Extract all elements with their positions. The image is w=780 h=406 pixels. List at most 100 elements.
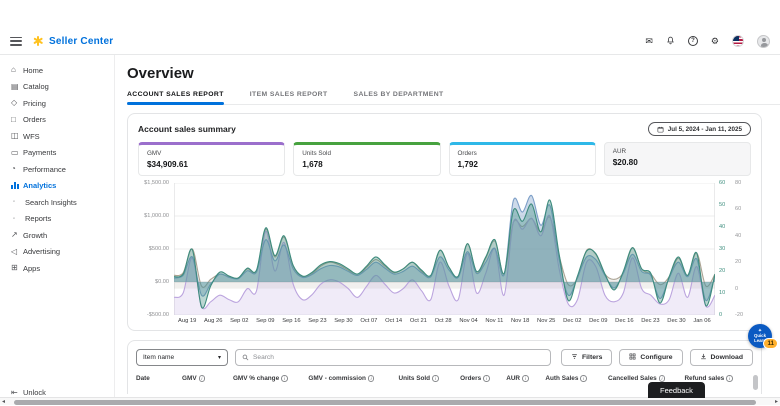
metric-card-units-sold[interactable]: Units Sold1,678: [293, 142, 440, 176]
info-icon[interactable]: i: [522, 375, 529, 382]
sidebar-unlock-button[interactable]: ⇤ Unlock: [0, 388, 114, 397]
x-axis-tick: Nov 11: [485, 318, 503, 324]
column-header-units-sold[interactable]: Units Soldi: [398, 375, 460, 382]
info-icon[interactable]: i: [199, 375, 206, 382]
info-icon[interactable]: i: [483, 375, 490, 382]
sidebar-item-payments[interactable]: ▭Payments: [0, 145, 114, 162]
column-header-date[interactable]: Date: [136, 375, 182, 382]
page-title: Overview: [127, 65, 780, 82]
chart-plot-area[interactable]: [174, 183, 715, 315]
search-icon: [242, 354, 249, 361]
column-header-cancelled-sales[interactable]: Cancelled Salesi: [608, 375, 684, 382]
sidebar-item-advertising[interactable]: ◁Advertising: [0, 244, 114, 261]
pricing-icon: ◇: [11, 99, 23, 107]
metric-card-orders[interactable]: Orders1,792: [449, 142, 596, 176]
info-icon[interactable]: i: [368, 375, 375, 382]
info-icon[interactable]: i: [281, 375, 288, 382]
metric-label: GMV: [147, 150, 276, 157]
filters-button[interactable]: Filters: [561, 349, 612, 366]
sidebar-item-analytics[interactable]: Analytics: [0, 178, 114, 195]
advertising-icon: ◁: [11, 248, 23, 256]
tab-sales-by-department[interactable]: SALES BY DEPARTMENT: [354, 91, 444, 104]
x-axis-tick: Dec 09: [589, 318, 607, 324]
column-header-gmv[interactable]: GMVi: [182, 375, 233, 382]
info-icon[interactable]: i: [580, 375, 587, 382]
sidebar-item-home[interactable]: ⌂Home: [0, 62, 114, 79]
sidebar-item-catalog[interactable]: ▤Catalog: [0, 79, 114, 96]
sidebar-item-wfs[interactable]: ◫WFS: [0, 128, 114, 145]
y-axis-right-inner: 6050403020100: [715, 183, 731, 315]
orders-icon: □: [11, 116, 23, 124]
tab-account-sales-report[interactable]: ACCOUNT SALES REPORT: [127, 91, 224, 104]
quick-learn-badge: 11: [763, 338, 778, 349]
metric-card-aur[interactable]: AUR$20.80: [604, 142, 751, 176]
column-label: Cancelled Sales: [608, 375, 657, 382]
info-icon[interactable]: i: [726, 375, 733, 382]
download-button[interactable]: Download: [690, 349, 753, 366]
metric-value: $20.80: [613, 158, 742, 167]
info-icon[interactable]: i: [659, 375, 666, 382]
x-axis-labels: Aug 19Aug 26Sep 02Sep 09Sep 16Sep 23Sep …: [178, 318, 711, 324]
column-header-aur[interactable]: AURi: [506, 375, 545, 382]
column-label: Refund sales: [684, 375, 724, 382]
column-header-refund-sales[interactable]: Refund salesi: [684, 375, 753, 382]
mail-icon[interactable]: ✉: [645, 37, 653, 46]
y-right-inner-tick: 40: [719, 224, 725, 230]
x-axis-tick: Oct 21: [410, 318, 427, 324]
sidebar-item-performance[interactable]: ◔Performance: [0, 161, 114, 178]
sidebar-item-label: Performance: [23, 165, 66, 174]
horizontal-scrollbar-thumb[interactable]: [14, 400, 756, 405]
settings-icon[interactable]: ⚙: [711, 37, 719, 46]
sidebar-item-pricing[interactable]: ◇Pricing: [0, 95, 114, 112]
configure-label: Configure: [640, 354, 672, 361]
locale-flag-icon[interactable]: [732, 35, 744, 47]
x-axis-tick: Oct 07: [360, 318, 377, 324]
sidebar-item-growth[interactable]: ↗Growth: [0, 227, 114, 244]
info-icon[interactable]: i: [432, 375, 439, 382]
column-header-gmv-commission[interactable]: GMV - commissioni: [308, 375, 398, 382]
sidebar-item-search-insights[interactable]: ◦Search Insights: [0, 194, 114, 211]
x-axis-tick: Aug 26: [204, 318, 222, 324]
x-axis-tick: Jan 06: [693, 318, 710, 324]
metric-card-gmv[interactable]: GMV$34,909.61: [138, 142, 285, 176]
table-vertical-scrollbar[interactable]: [753, 375, 758, 390]
x-axis-tick: Sep 02: [230, 318, 248, 324]
x-axis-tick: Oct 14: [385, 318, 402, 324]
metric-label: Orders: [458, 150, 587, 157]
column-header-orders[interactable]: Ordersi: [460, 375, 506, 382]
tab-item-sales-report[interactable]: ITEM SALES REPORT: [250, 91, 328, 104]
sales-chart: $1,500.00$1,000.00$500.00$0.00-$500.00 6…: [138, 183, 751, 315]
column-header-gmv-change[interactable]: GMV % changei: [233, 375, 308, 382]
avatar[interactable]: [757, 35, 770, 48]
y-right-outer-tick: 0: [735, 286, 738, 292]
configure-button[interactable]: Configure: [619, 349, 682, 366]
search-input[interactable]: [253, 354, 544, 361]
help-icon[interactable]: ?: [688, 36, 698, 46]
item-name-select[interactable]: Item name ▾: [136, 349, 228, 366]
bell-icon[interactable]: [666, 36, 675, 47]
report-tabs: ACCOUNT SALES REPORT ITEM SALES REPORT SAL…: [127, 91, 780, 105]
sidebar-item-reports[interactable]: ◦Reports: [0, 211, 114, 228]
sidebar-item-label: Advertising: [23, 247, 60, 256]
sidebar-item-apps[interactable]: ⊞Apps: [0, 260, 114, 277]
x-axis-tick: Dec 23: [641, 318, 659, 324]
sidebar-item-orders[interactable]: □Orders: [0, 112, 114, 129]
menu-icon[interactable]: [10, 37, 22, 46]
x-axis-tick: Dec 16: [615, 318, 633, 324]
date-range-picker[interactable]: Jul 5, 2024 - Jan 11, 2025: [648, 122, 751, 136]
x-axis-tick: Oct 28: [435, 318, 452, 324]
sidebar-item-label: Payments: [23, 148, 56, 157]
summary-title: Account sales summary: [138, 124, 236, 134]
toolbar-buttons: Filters Configure Download: [561, 349, 753, 366]
x-axis-tick: Nov 04: [459, 318, 477, 324]
browser-top-space: [0, 0, 780, 28]
growth-icon: ↗: [11, 231, 23, 239]
download-label: Download: [711, 354, 743, 361]
brand-title[interactable]: Seller Center: [49, 36, 113, 47]
horizontal-scrollbar[interactable]: ◂ ▸: [0, 397, 780, 405]
column-label: Units Sold: [398, 375, 430, 382]
column-header-auth-sales[interactable]: Auth Salesi: [545, 375, 608, 382]
y-axis-left: $1,500.00$1,000.00$500.00$0.00-$500.00: [138, 183, 174, 315]
search-field[interactable]: [235, 349, 551, 366]
feedback-button[interactable]: Feedback: [648, 382, 705, 398]
